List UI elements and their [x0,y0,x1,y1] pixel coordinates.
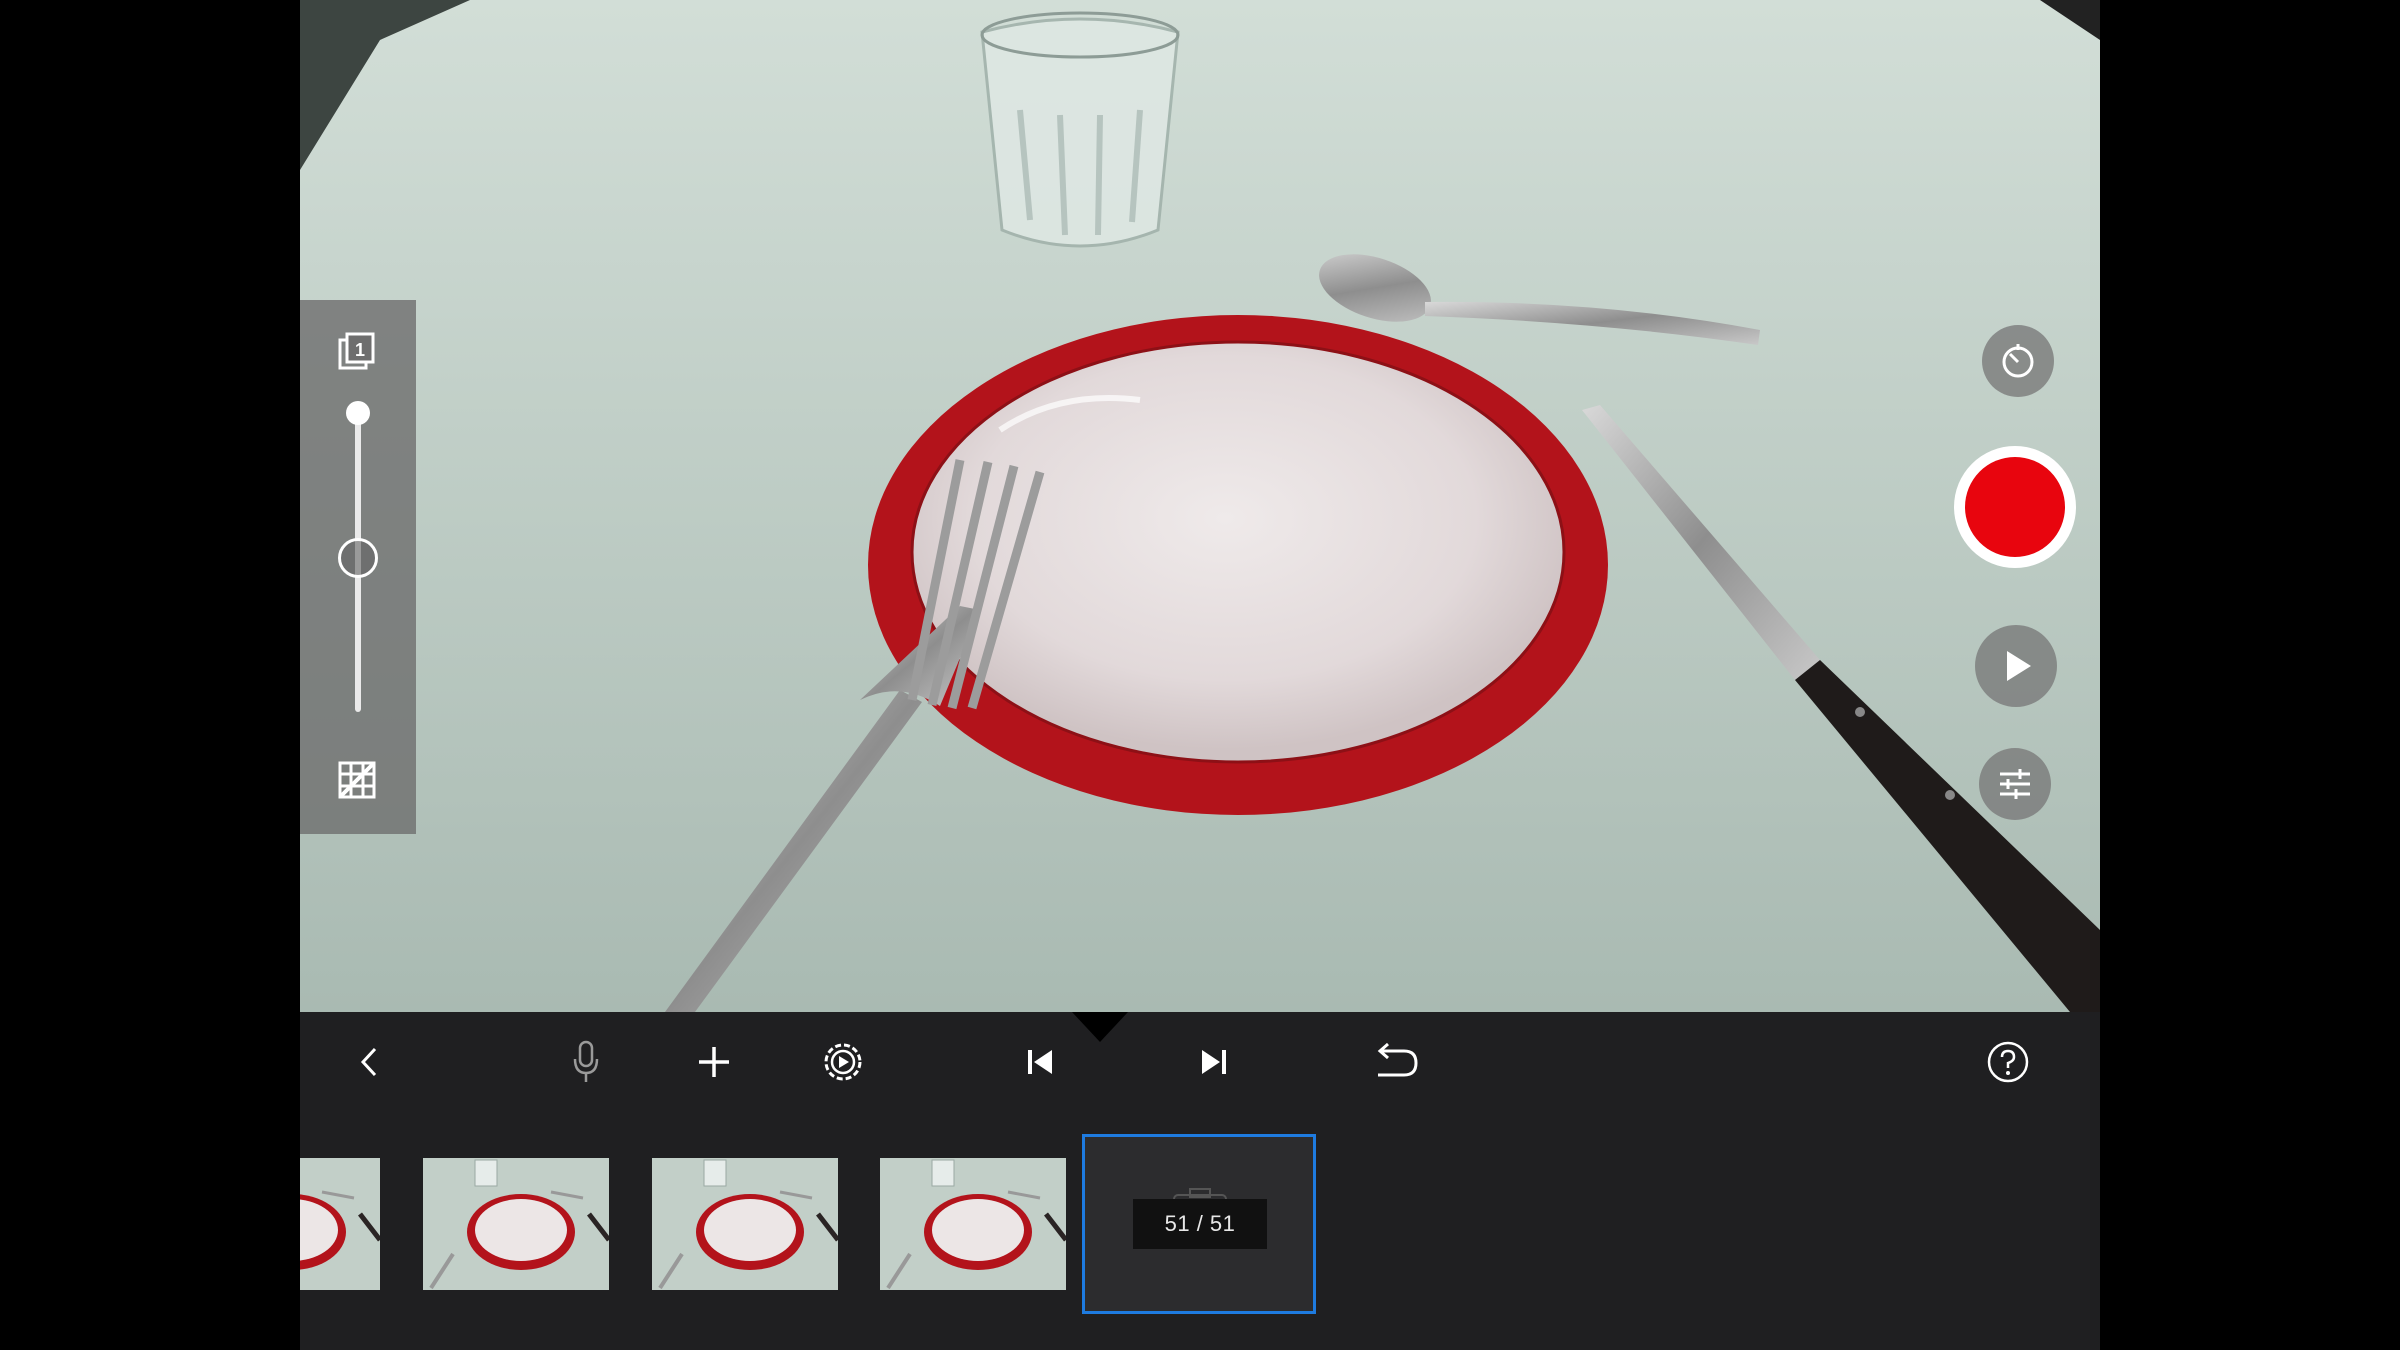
help-icon [1987,1041,2029,1083]
next-frame-button[interactable] [1185,1034,1241,1090]
previous-frame-button[interactable] [1013,1034,1069,1090]
timer-button[interactable] [1982,325,2054,397]
opacity-slider-thumb[interactable] [338,538,378,579]
onion-skin-button[interactable]: 1 [332,327,382,377]
left-control-panel: 1 [300,300,416,834]
record-audio-button[interactable] [558,1034,614,1090]
camera-settings-button[interactable] [815,1034,871,1090]
plate [868,315,1608,815]
frame-preview-image [880,1158,1066,1290]
grid-toggle-button[interactable] [332,755,382,805]
add-button[interactable] [686,1034,742,1090]
glass [980,11,1180,248]
frame-preview-image [652,1158,838,1290]
skip-forward-icon [1202,1050,1226,1074]
camera-settings-icon [824,1043,862,1081]
microphone-icon [573,1040,599,1082]
layers-icon: 1 [338,332,375,370]
plus-icon [699,1047,729,1077]
frame-thumbnail[interactable] [880,1158,1066,1290]
camera-viewport[interactable]: 1 [300,0,2100,1012]
bottom-toolbar [300,1012,2100,1112]
frame-filmstrip[interactable]: 51 / 51 [300,1112,2100,1350]
app-window: 1 51 / 51 [300,0,2100,1350]
frame-counter: 51 / 51 [1133,1199,1267,1249]
frame-thumbnail[interactable] [423,1158,609,1290]
skip-back-icon [1028,1050,1052,1074]
timer-icon [2002,344,2034,378]
toolbar-notch [1072,1012,1128,1042]
record-button[interactable] [1954,446,2076,568]
undo-icon [1377,1042,1418,1077]
frame-preview-image [423,1158,609,1290]
play-button[interactable] [1975,625,2057,707]
onion-skin-value: 1 [355,340,365,360]
sliders-icon [2000,769,2030,799]
adjustments-button[interactable] [1979,748,2051,820]
frame-thumbnail[interactable] [652,1158,838,1290]
slider-max-marker [346,401,370,425]
grid-off-icon [338,761,376,799]
back-button[interactable] [341,1034,397,1090]
undo-button[interactable] [1367,1034,1423,1090]
frame-thumbnail[interactable] [300,1158,380,1290]
live-camera-image [300,0,2100,1012]
chevron-left-icon [360,1047,377,1077]
current-frame-slot[interactable]: 51 / 51 [1082,1134,1316,1314]
frame-preview-image [300,1158,380,1290]
play-icon [2007,651,2031,681]
record-icon [1965,457,2065,557]
help-button[interactable] [1980,1034,2036,1090]
